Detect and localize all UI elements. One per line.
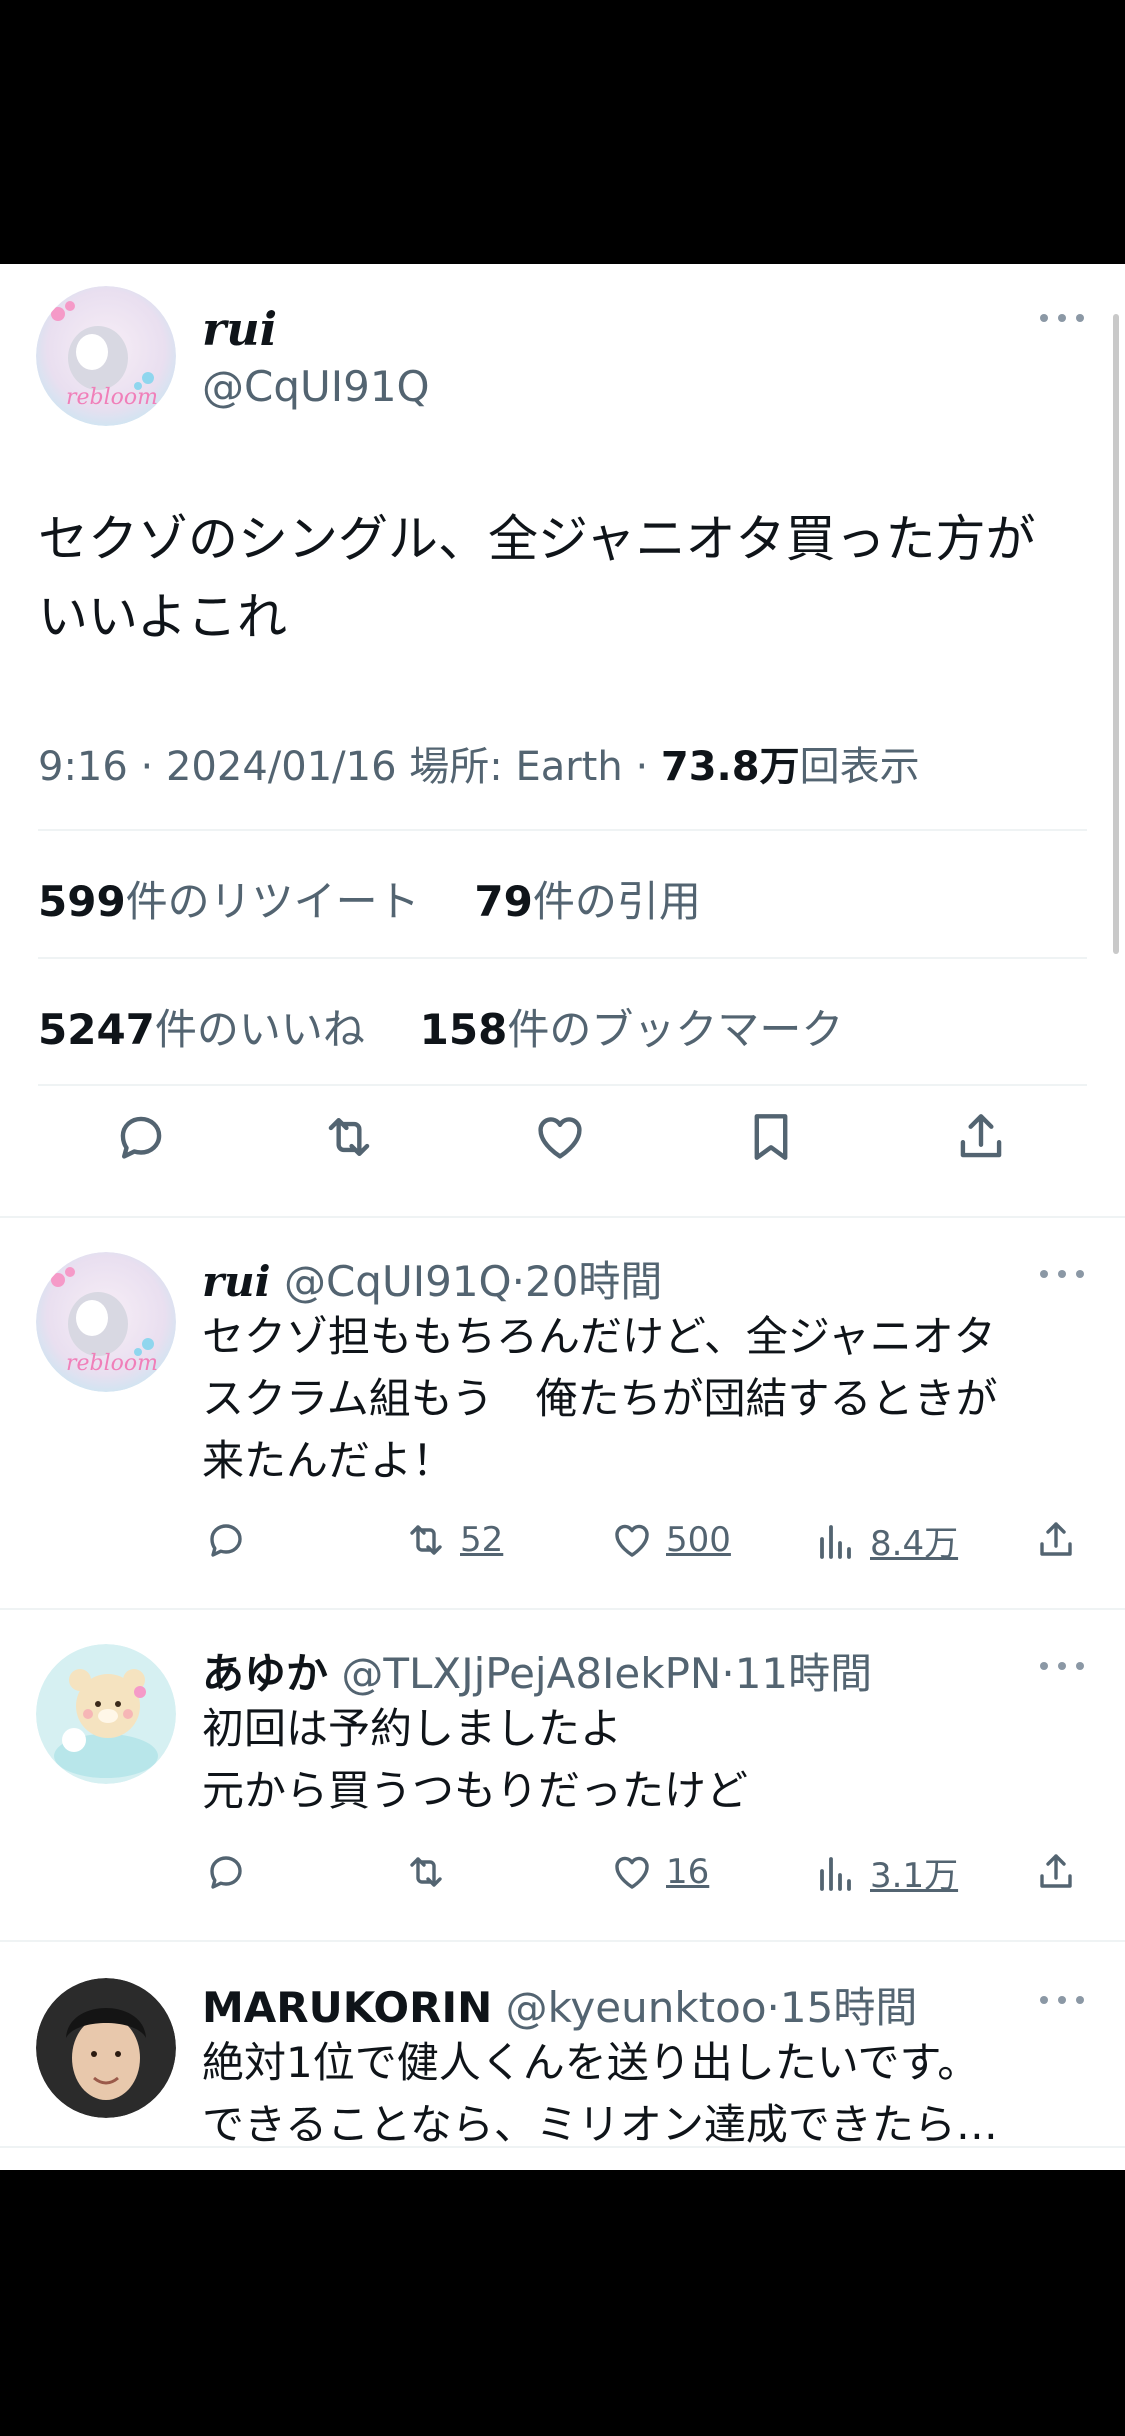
like-icon[interactable]: [529, 1106, 591, 1168]
share-button[interactable]: [1032, 1516, 1080, 1564]
reply-line: 元から買うつもりだったけど: [202, 1766, 749, 1815]
reply-action-bar: 16 3.1万: [202, 1848, 1082, 1904]
more-icon[interactable]: [1040, 1264, 1084, 1284]
views-icon: [820, 1856, 851, 1891]
like-button[interactable]: 16: [608, 1848, 709, 1896]
likes-stat[interactable]: 5247件のいいね: [38, 1005, 365, 1054]
like-icon: [615, 1524, 649, 1557]
divider: [0, 1940, 1125, 1942]
divider: [0, 2146, 1125, 2148]
reply-line: セクゾ担ももちろんだけど、全ジャニオタ: [202, 1312, 996, 1361]
retweet-icon: [410, 1857, 442, 1887]
reply-icon: [210, 1524, 242, 1557]
like-bookmark-stats: 5247件のいいね 158件のブックマーク: [38, 996, 843, 1057]
share-icon[interactable]: [950, 1106, 1012, 1168]
reply-display-name[interactable]: あゆか: [202, 1649, 328, 1698]
retweet-button[interactable]: 52: [402, 1516, 503, 1564]
reply-header: あゆか @TLXJjPejA8IekPN·11時間: [202, 1649, 873, 1698]
share-button[interactable]: [1032, 1848, 1080, 1896]
quotes-stat[interactable]: 79件の引用: [474, 877, 700, 926]
like-button[interactable]: 500: [608, 1516, 731, 1564]
retweet-button[interactable]: [402, 1848, 450, 1896]
reply-icon: [210, 1856, 242, 1889]
divider: [38, 957, 1087, 959]
retweets-stat[interactable]: 599件のリツイート: [38, 877, 420, 926]
reply-avatar[interactable]: rebloom: [36, 1252, 176, 1392]
tweet-time: 9:16: [38, 744, 128, 790]
views-number[interactable]: 73.8万: [661, 744, 800, 790]
svg-text:rebloom: rebloom: [66, 1351, 158, 1376]
reply-time[interactable]: 11時間: [735, 1649, 872, 1698]
home-indicator-area: [0, 2170, 1125, 2436]
main-action-bar: [0, 1092, 1125, 1182]
divider: [38, 829, 1087, 831]
reply-text: 初回は予約しましたよ 元から買うつもりだったけど: [202, 1698, 1082, 1822]
tweet-date: 2024/01/16: [165, 744, 397, 790]
retweet-quote-stats: 599件のリツイート 79件の引用: [38, 868, 701, 929]
reply-avatar[interactable]: [36, 1978, 176, 2118]
reply-button[interactable]: [202, 1516, 250, 1564]
reply-header: MARUKORIN @kyeunktoo·15時間: [202, 1983, 918, 2032]
reply-header: rui @CqUI91Q·20時間: [202, 1257, 663, 1306]
main-handle[interactable]: @CqUI91Q: [202, 362, 430, 411]
more-icon[interactable]: [1040, 308, 1084, 328]
reply-display-name[interactable]: rui: [202, 1257, 271, 1306]
like-count[interactable]: 500: [666, 1520, 731, 1560]
divider: [38, 1084, 1087, 1086]
share-icon: [1040, 1854, 1072, 1888]
status-bar-area: [0, 0, 1125, 264]
reply-icon[interactable]: [110, 1106, 172, 1168]
retweet-icon[interactable]: [318, 1106, 380, 1168]
reply-handle[interactable]: @CqUI91Q: [284, 1257, 512, 1306]
share-icon: [1040, 1522, 1072, 1556]
views-button[interactable]: 3.1万: [812, 1848, 958, 1897]
main-tweet-line: セクゾのシングル、全ジャニオタ買った方が: [38, 510, 1036, 568]
bookmarks-stat[interactable]: 158件のブックマーク: [420, 1005, 844, 1054]
reply-time[interactable]: 15時間: [780, 1983, 917, 2032]
reply-action-bar: 52 500 8.4万: [202, 1516, 1082, 1572]
reply-text: セクゾ担ももちろんだけど、全ジャニオタ スクラム組もう 俺たちが団結するときが …: [202, 1306, 1082, 1492]
tweet-detail-sheet: rebloom rui @CqUI91Q セクゾのシングル、全ジャニオタ買った方…: [0, 264, 1125, 2170]
main-tweet-text: セクゾのシングル、全ジャニオタ買った方が いいよこれ: [38, 500, 1068, 656]
retweet-count[interactable]: 52: [460, 1520, 503, 1560]
reply-time[interactable]: 20時間: [525, 1257, 662, 1306]
divider: [0, 1216, 1125, 1218]
main-avatar[interactable]: rebloom: [36, 286, 176, 426]
reply-line: 絶対1位で健人くんを送り出したいです。: [202, 2038, 980, 2087]
svg-text:rebloom: rebloom: [66, 385, 158, 410]
scrollbar[interactable]: [1113, 314, 1119, 954]
reply-handle[interactable]: @kyeunktoo: [506, 1983, 767, 2032]
more-icon[interactable]: [1040, 1990, 1084, 2010]
tweet-location: 場所: Earth: [409, 744, 623, 790]
reply-line: スクラム組もう 俺たちが団結するときが: [202, 1374, 998, 1423]
divider: [0, 1608, 1125, 1610]
views-button[interactable]: 8.4万: [812, 1516, 958, 1565]
main-tweet-line: いいよこれ: [38, 588, 287, 646]
reply-display-name[interactable]: MARUKORIN: [202, 1983, 492, 2032]
main-display-name[interactable]: rui: [202, 302, 277, 356]
reply-line: 来たんだよ！: [202, 1436, 455, 1485]
like-count[interactable]: 16: [666, 1852, 709, 1892]
reply-handle[interactable]: @TLXJjPejA8IekPN: [341, 1649, 721, 1698]
tweet-meta: 9:16 · 2024/01/16 場所: Earth · 73.8万回表示: [38, 744, 920, 790]
retweet-icon: [410, 1525, 442, 1555]
bookmark-icon[interactable]: [740, 1106, 802, 1168]
views-icon: [820, 1524, 851, 1559]
reply-button[interactable]: [202, 1848, 250, 1896]
views-count[interactable]: 8.4万: [870, 1516, 958, 1565]
reply-line: 初回は予約しましたよ: [202, 1704, 623, 1753]
more-icon[interactable]: [1040, 1656, 1084, 1676]
views-count[interactable]: 3.1万: [870, 1848, 958, 1897]
reply-text: 絶対1位で健人くんを送り出したいです。 できることなら、ミリオン達成できたら…: [202, 2032, 1082, 2156]
reply-avatar[interactable]: [36, 1644, 176, 1784]
views-label: 回表示: [799, 744, 920, 790]
like-icon: [615, 1856, 649, 1889]
